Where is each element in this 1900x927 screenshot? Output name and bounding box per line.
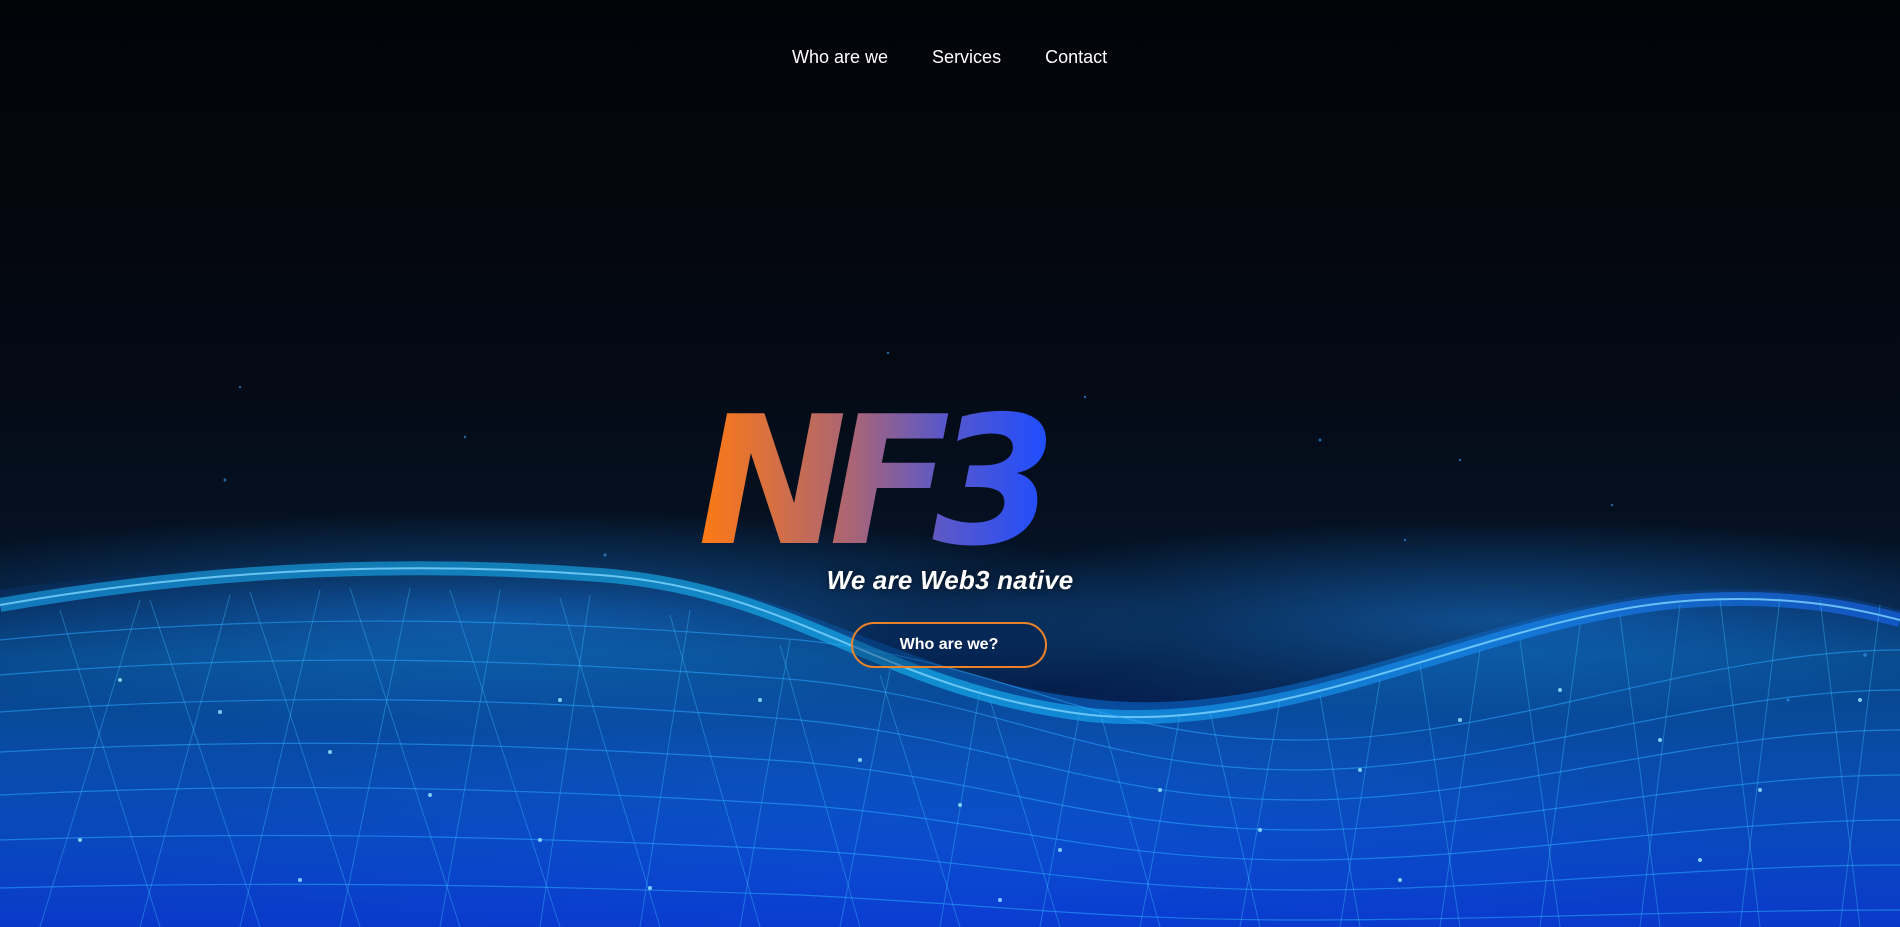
nav-link-contact[interactable]: Contact [1045, 47, 1107, 68]
who-are-we-button-label: Who are we? [899, 636, 999, 653]
nav-link-who-are-we[interactable]: Who are we [792, 47, 888, 68]
hero-tagline: We are Web3 native [826, 565, 1074, 595]
top-navigation: Who are we Services Contact [792, 47, 1107, 68]
nav-link-services[interactable]: Services [932, 47, 1001, 68]
nf3-logo: NF3 [698, 405, 1065, 555]
who-are-we-button[interactable]: Who are we? [851, 622, 1047, 668]
hero-section: Who are we Services Contact NF3 We are W… [0, 0, 1900, 927]
logo-text: NF3 [698, 405, 1047, 555]
